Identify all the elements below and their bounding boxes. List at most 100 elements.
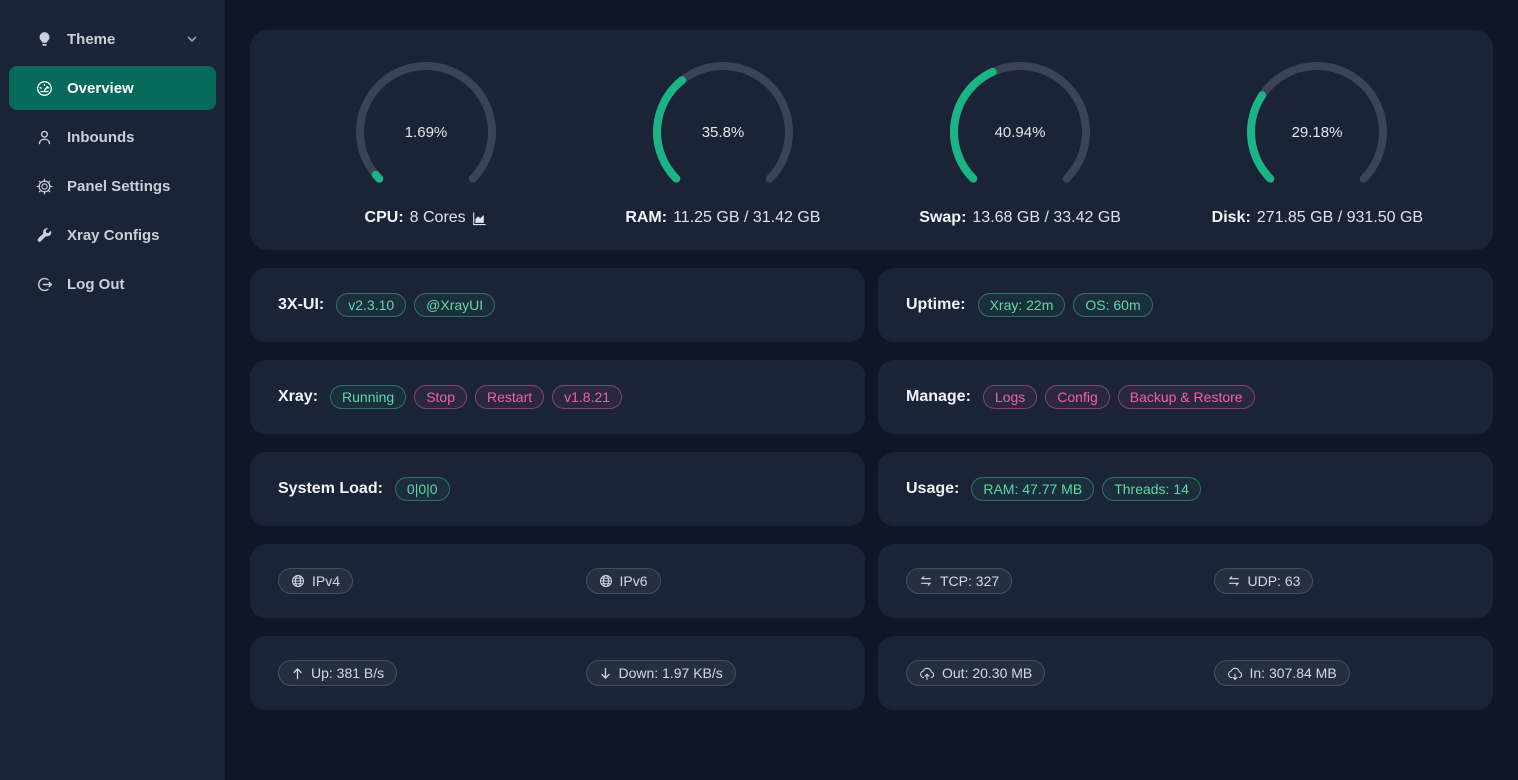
tag-out-20-30-mb: Out: 20.30 MB [906, 660, 1045, 686]
card-usage-label: Usage: [906, 480, 959, 498]
gauge-cpu-ring: 1.69% [351, 57, 501, 207]
tag-label: Out: 20.30 MB [942, 665, 1032, 681]
card-speed-cell-0: Up: 381 B/s [250, 660, 558, 686]
sidebar-item-label: Theme [67, 31, 115, 48]
gauge-disk-percent: 29.18% [1292, 124, 1343, 141]
gear-icon [35, 177, 53, 195]
gauge-swap-label-value: 13.68 GB / 33.42 GB [972, 209, 1121, 227]
sidebar-item-overview[interactable]: Overview [9, 66, 216, 110]
tag-label: IPv6 [620, 573, 648, 589]
sidebar-item-panel-settings[interactable]: Panel Settings [9, 164, 216, 208]
gauge-swap-percent: 40.94% [995, 124, 1046, 141]
tag-label: Up: 381 B/s [311, 665, 384, 681]
tag-label: Logs [995, 389, 1025, 405]
sidebar-nav: Theme Overview Inbounds Panel Settings Xray … [0, 17, 225, 306]
tag-xrayui[interactable]: @XrayUI [414, 293, 495, 317]
tag-in-307-84-mb: In: 307.84 MB [1214, 660, 1350, 686]
card-speed-cell-1: Down: 1.97 KB/s [558, 660, 866, 686]
arrow-up-icon [291, 667, 304, 680]
tag-down-1-97-kb-s: Down: 1.97 KB/s [586, 660, 736, 686]
status-cards-grid: 3X-UI: v2.3.10 @XrayUI Uptime: Xray: 22m OS: … [250, 268, 1493, 710]
tag-logs[interactable]: Logs [983, 385, 1037, 409]
sidebar-item-inbounds[interactable]: Inbounds [9, 115, 216, 159]
gauge-cpu-percent: 1.69% [404, 124, 447, 141]
sidebar-item-theme[interactable]: Theme [9, 17, 216, 61]
resource-gauges-card: 1.69% CPU:8 Cores 35.8% RAM: 11.25 GB / 31.4… [250, 30, 1493, 250]
main-content: 1.69% CPU:8 Cores 35.8% RAM: 11.25 GB / 31.4… [225, 0, 1518, 780]
gauge-ram-ring: 35.8% [648, 57, 798, 207]
swap-icon [919, 574, 933, 588]
card-uptime-tags: Xray: 22m OS: 60m [978, 293, 1153, 317]
gauge-ram-percent: 35.8% [702, 124, 745, 141]
sidebar-item-xray-configs[interactable]: Xray Configs [9, 213, 216, 257]
tag-label: RAM: 47.77 MB [983, 481, 1082, 497]
card-manage-tags: Logs Config Backup & Restore [983, 385, 1255, 409]
card-uptime: Uptime: Xray: 22m OS: 60m [878, 268, 1493, 342]
arrow-down-icon [599, 667, 612, 680]
card-connections-cell-0: TCP: 327 [878, 568, 1186, 594]
tag-restart[interactable]: Restart [475, 385, 544, 409]
gauge-ram-label-title: RAM: [625, 209, 667, 227]
card-3x-ui: 3X-UI: v2.3.10 @XrayUI [250, 268, 865, 342]
tag-ipv6[interactable]: IPv6 [586, 568, 661, 594]
card-xray: Xray: Running Stop Restart v1.8.21 [250, 360, 865, 434]
gauge-disk-ring: 29.18% [1242, 57, 1392, 207]
tag-backup-restore[interactable]: Backup & Restore [1118, 385, 1255, 409]
tag-label: Restart [487, 389, 532, 405]
gauge-swap-label-title: Swap: [919, 209, 966, 227]
card-system-load-label: System Load: [278, 480, 383, 498]
card-connections-cell-1: UDP: 63 [1186, 568, 1494, 594]
tag-ram-47-77-mb: RAM: 47.77 MB [971, 477, 1094, 501]
area-chart-icon [472, 211, 487, 226]
card-3x-ui-tags: v2.3.10 @XrayUI [336, 293, 495, 317]
sidebar-item-label: Overview [67, 80, 134, 97]
gauge-ram-label-value: 11.25 GB / 31.42 GB [673, 209, 820, 227]
gauge-swap-label: Swap: 13.68 GB / 33.42 GB [919, 209, 1121, 227]
tag-config[interactable]: Config [1045, 385, 1109, 409]
card-uptime-label: Uptime: [906, 296, 966, 314]
tag-ipv4[interactable]: IPv4 [278, 568, 353, 594]
sidebar-item-label: Inbounds [67, 129, 135, 146]
tag-tcp-327: TCP: 327 [906, 568, 1012, 594]
tag-label: Running [342, 389, 394, 405]
card-3x-ui-label: 3X-UI: [278, 296, 324, 314]
tag-label: Threads: 14 [1114, 481, 1189, 497]
card-traffic: Out: 20.30 MB In: 307.84 MB [878, 636, 1493, 710]
card-system-load-tags: 0|0|0 [395, 477, 450, 501]
bulb-icon [35, 30, 53, 48]
dashboard-icon [35, 79, 53, 97]
card-usage: Usage: RAM: 47.77 MB Threads: 14 [878, 452, 1493, 526]
gauge-swap: 40.94% Swap: 13.68 GB / 33.42 GB [872, 30, 1169, 250]
tag-v2-3-10[interactable]: v2.3.10 [336, 293, 406, 317]
tag-label: UDP: 63 [1248, 573, 1301, 589]
tag-label: v2.3.10 [348, 297, 394, 313]
tag-label: Xray: 22m [990, 297, 1054, 313]
tag-label: TCP: 327 [940, 573, 999, 589]
card-traffic-cell-1: In: 307.84 MB [1186, 660, 1494, 686]
chevron-down-icon [186, 33, 198, 45]
card-connections: TCP: 327 UDP: 63 [878, 544, 1493, 618]
gauge-disk-label-title: Disk: [1212, 209, 1251, 227]
gauge-ram: 35.8% RAM: 11.25 GB / 31.42 GB [574, 30, 871, 250]
card-traffic-cell-0: Out: 20.30 MB [878, 660, 1186, 686]
tag-label: Backup & Restore [1130, 389, 1243, 405]
gauge-disk-label: Disk:271.85 GB / 931.50 GB [1212, 209, 1423, 227]
sidebar-item-log-out[interactable]: Log Out [9, 262, 216, 306]
gauge-cpu-label: CPU:8 Cores [365, 209, 487, 227]
tag-udp-63: UDP: 63 [1214, 568, 1314, 594]
globe-icon [599, 574, 613, 588]
tag-os-60m: OS: 60m [1073, 293, 1152, 317]
tag-v1-8-21[interactable]: v1.8.21 [552, 385, 622, 409]
tag-up-381-b-s: Up: 381 B/s [278, 660, 397, 686]
sidebar-item-label: Panel Settings [67, 178, 170, 195]
card-manage-label: Manage: [906, 388, 971, 406]
tag-label: @XrayUI [426, 297, 483, 313]
tag-label: Stop [426, 389, 455, 405]
user-icon [35, 128, 53, 146]
swap-icon [1227, 574, 1241, 588]
gauge-cpu-label-value: 8 Cores [410, 209, 466, 227]
tag-stop[interactable]: Stop [414, 385, 467, 409]
gauge-swap-ring: 40.94% [945, 57, 1095, 207]
card-ip: IPv4 IPv6 [250, 544, 865, 618]
card-xray-label: Xray: [278, 388, 318, 406]
